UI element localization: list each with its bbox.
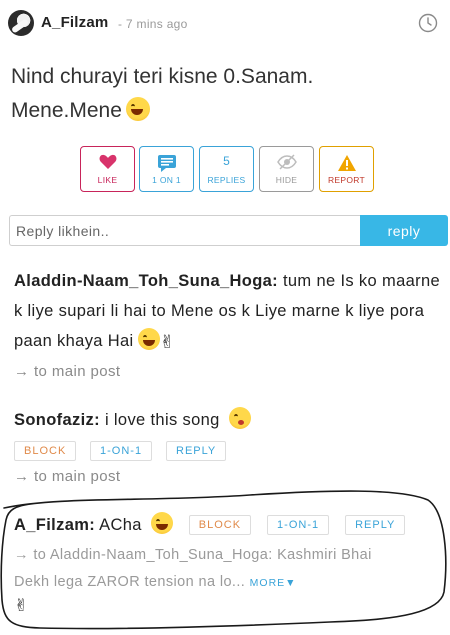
post-author[interactable]: A_Filzam [41,14,108,31]
report-label: REPORT [327,175,366,185]
comment-body: i love this song [100,411,225,429]
replies-count: 5 [223,154,230,168]
victory-hand-icon: ✌ [14,596,29,615]
to-main-post-link[interactable]: → to main post [14,363,446,380]
replies-button[interactable]: 5 REPLIES [199,146,254,192]
block-button[interactable]: BLOCK [188,515,252,535]
comment-author[interactable]: A_Filzam [14,516,89,534]
post-text-line2-text: Mene.Mene [11,99,122,122]
reply-chip[interactable]: REPLY [345,515,406,535]
grin-sweat-emoji-icon [150,512,173,534]
comment-text: Aladdin-Naam_Toh_Suna_Hoga: tum ne Is ko… [14,266,446,357]
reply-input[interactable] [9,215,360,246]
one-on-one-chip[interactable]: 1-ON-1 [267,515,330,535]
post-text-line2: Mene.Mene [11,94,431,128]
more-button[interactable]: MORE▼ [250,577,297,589]
reply-to-line2-text: Dekh lega ZAROR tension na lo... [14,574,250,590]
block-button[interactable]: BLOCK [14,441,77,461]
victory-hand-icon: ✌ [159,332,175,352]
replies-label: REPLIES [207,175,246,185]
chat-icon [157,154,177,177]
kiss-emoji-icon [228,407,251,429]
reply-to-context[interactable]: → to Aladdin-Naam_Toh_Suna_Hoga: Kashmir… [14,542,446,597]
post-header: A_Filzam - 7 mins ago [0,0,450,46]
clock-icon[interactable] [418,13,438,33]
to-main-post-link[interactable]: → to main post [14,468,446,485]
grin-sweat-emoji-icon [125,97,150,121]
one-on-one-label: 1 ON 1 [152,175,181,185]
one-on-one-button[interactable]: 1 ON 1 [139,146,194,192]
comment-item: Sonofaziz: i love this song BLOCK 1-ON-1… [14,405,446,485]
heart-icon [99,154,117,175]
report-button[interactable]: REPORT [319,146,374,192]
post-time: - 7 mins ago [118,17,188,31]
comment-body: ACha [95,516,147,534]
warning-icon [337,154,357,177]
hide-button[interactable]: HIDE [259,146,314,192]
hide-label: HIDE [275,175,298,185]
reply-to-line2: Dekh lega ZAROR tension na lo... MORE▼ [14,569,446,597]
like-label: LIKE [97,175,118,185]
reply-to-line1: → to Aladdin-Naam_Toh_Suna_Hoga: Kashmir… [14,547,372,563]
comment-author[interactable]: Sonofaziz [14,411,94,429]
reply-button[interactable]: reply [360,215,448,246]
eye-off-icon [276,154,297,175]
comment-author[interactable]: Aladdin-Naam_Toh_Suna_Hoga [14,272,272,290]
one-on-one-chip[interactable]: 1-ON-1 [90,441,153,461]
post-text-line1: Nind churayi teri kisne 0.Sanam. [11,65,314,88]
comment-text: Sonofaziz: i love this song [14,405,446,435]
reply-chip[interactable]: REPLY [166,441,227,461]
post-body: Nind churayi teri kisne 0.Sanam. Mene.Me… [11,60,431,128]
comment-text: A_Filzam: ACha BLOCK 1-ON-1 REPLY [14,510,446,540]
tongue-wink-emoji-icon [137,328,160,350]
like-button[interactable]: LIKE [80,146,135,192]
comment-item: Aladdin-Naam_Toh_Suna_Hoga: tum ne Is ko… [14,266,446,380]
comment-item: A_Filzam: ACha BLOCK 1-ON-1 REPLY → to Ala… [14,510,446,616]
comment-actions: BLOCK 1-ON-1 REPLY [14,441,446,463]
avatar[interactable] [8,10,34,36]
